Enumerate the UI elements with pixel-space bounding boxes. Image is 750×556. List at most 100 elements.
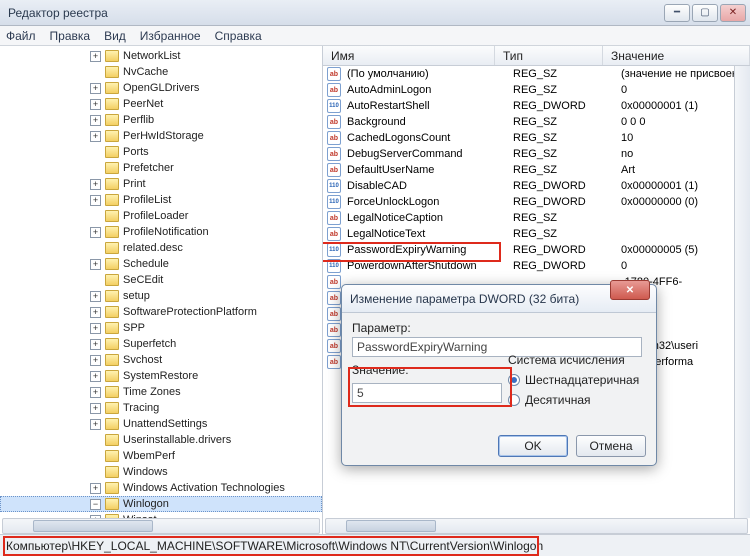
expand-icon[interactable]: [90, 307, 101, 318]
expand-icon[interactable]: [90, 371, 101, 382]
value-field[interactable]: [352, 383, 502, 403]
folder-icon: [105, 322, 119, 334]
tree-hscroll[interactable]: [2, 518, 320, 534]
tree-item-profileloader[interactable]: ProfileLoader: [0, 208, 322, 224]
tree-item-opengldrivers[interactable]: OpenGLDrivers: [0, 80, 322, 96]
expand-icon[interactable]: [90, 131, 101, 142]
menu-edit[interactable]: Правка: [50, 29, 91, 43]
tree-item-time-zones[interactable]: Time Zones: [0, 384, 322, 400]
menu-view[interactable]: Вид: [104, 29, 126, 43]
tree-item-svchost[interactable]: Svchost: [0, 352, 322, 368]
tree-item-prefetcher[interactable]: Prefetcher: [0, 160, 322, 176]
reg-sz-icon: [327, 323, 341, 337]
expand-icon[interactable]: [90, 323, 101, 334]
menu-file[interactable]: Файл: [6, 29, 36, 43]
tree-item-tracing[interactable]: Tracing: [0, 400, 322, 416]
list-hscroll[interactable]: [325, 518, 748, 534]
tree-item-systemrestore[interactable]: SystemRestore: [0, 368, 322, 384]
list-row[interactable]: BackgroundREG_SZ0 0 0: [323, 114, 750, 130]
folder-icon: [105, 386, 119, 398]
list-row[interactable]: PasswordExpiryWarningREG_DWORD0x00000005…: [323, 242, 750, 258]
tree-label: SPP: [123, 322, 145, 334]
tree-pane[interactable]: NetworkListNvCacheOpenGLDriversPeerNetPe…: [0, 46, 323, 534]
tree-item-windows[interactable]: Windows: [0, 464, 322, 480]
list-row[interactable]: LegalNoticeCaptionREG_SZ: [323, 210, 750, 226]
maximize-button[interactable]: ▢: [692, 4, 718, 22]
tree-label: ProfileNotification: [123, 226, 209, 238]
tree-item-wbemperf[interactable]: WbemPerf: [0, 448, 322, 464]
tree-item-perflib[interactable]: Perflib: [0, 112, 322, 128]
close-button[interactable]: ✕: [720, 4, 746, 22]
tree-item-spp[interactable]: SPP: [0, 320, 322, 336]
tree-item-nvcache[interactable]: NvCache: [0, 64, 322, 80]
tree-item-networklist[interactable]: NetworkList: [0, 48, 322, 64]
list-row[interactable]: PowerdownAfterShutdownREG_DWORD0: [323, 258, 750, 274]
list-row[interactable]: ForceUnlockLogonREG_DWORD0x00000000 (0): [323, 194, 750, 210]
tree-item-unattendsettings[interactable]: UnattendSettings: [0, 416, 322, 432]
list-row[interactable]: LegalNoticeTextREG_SZ: [323, 226, 750, 242]
list-row[interactable]: DebugServerCommandREG_SZno: [323, 146, 750, 162]
tree-item-perhwidstorage[interactable]: PerHwIdStorage: [0, 128, 322, 144]
expand-icon[interactable]: [90, 227, 101, 238]
tree-item-secedit[interactable]: SeCEdit: [0, 272, 322, 288]
radix-hex[interactable]: Шестнадцатеричная: [508, 373, 644, 387]
folder-icon: [105, 338, 119, 350]
menu-favorites[interactable]: Избранное: [140, 29, 201, 43]
cancel-button[interactable]: Отмена: [576, 435, 646, 457]
tree-item-profilenotification[interactable]: ProfileNotification: [0, 224, 322, 240]
cell-name: DebugServerCommand: [347, 148, 513, 160]
tree-item-print[interactable]: Print: [0, 176, 322, 192]
expand-icon[interactable]: [90, 403, 101, 414]
tree-item-windows-activation-technologies[interactable]: Windows Activation Technologies: [0, 480, 322, 496]
reg-sz-icon: [327, 83, 341, 97]
cell-type: REG_SZ: [513, 212, 621, 224]
reg-sz-icon: [327, 227, 341, 241]
ok-button[interactable]: OK: [498, 435, 568, 457]
reg-dword-icon: [327, 195, 341, 209]
expand-icon[interactable]: [90, 291, 101, 302]
expand-icon[interactable]: [90, 483, 101, 494]
expand-icon[interactable]: [90, 259, 101, 270]
list-row[interactable]: (По умолчанию)REG_SZ(значение не присвое…: [323, 66, 750, 82]
expand-icon[interactable]: [90, 195, 101, 206]
cell-name: ForceUnlockLogon: [347, 196, 513, 208]
tree-item-setup[interactable]: setup: [0, 288, 322, 304]
folder-icon: [105, 194, 119, 206]
radix-dec[interactable]: Десятичная: [508, 393, 644, 407]
menu-help[interactable]: Справка: [215, 29, 262, 43]
list-row[interactable]: DefaultUserNameREG_SZArt: [323, 162, 750, 178]
tree-item-ports[interactable]: Ports: [0, 144, 322, 160]
tree-item-winlogon[interactable]: Winlogon: [0, 496, 322, 512]
expand-icon[interactable]: [90, 51, 101, 62]
tree-item-softwareprotectionplatform[interactable]: SoftwareProtectionPlatform: [0, 304, 322, 320]
minimize-button[interactable]: ━: [664, 4, 690, 22]
dialog-close-button[interactable]: ✕: [610, 280, 650, 300]
tree-label: related.desc: [123, 242, 183, 254]
expand-icon[interactable]: [90, 387, 101, 398]
expand-icon[interactable]: [90, 179, 101, 190]
list-row[interactable]: AutoAdminLogonREG_SZ0: [323, 82, 750, 98]
tree-item-schedule[interactable]: Schedule: [0, 256, 322, 272]
tree-item-profilelist[interactable]: ProfileList: [0, 192, 322, 208]
expand-icon[interactable]: [90, 83, 101, 94]
expand-icon[interactable]: [90, 115, 101, 126]
list-row[interactable]: DisableCADREG_DWORD0x00000001 (1): [323, 178, 750, 194]
tree-item-peernet[interactable]: PeerNet: [0, 96, 322, 112]
col-type[interactable]: Тип: [495, 46, 603, 65]
col-name[interactable]: Имя: [323, 46, 495, 65]
list-vscroll[interactable]: [734, 66, 750, 518]
tree-item-userinstallable-drivers[interactable]: Userinstallable.drivers: [0, 432, 322, 448]
tree-item-superfetch[interactable]: Superfetch: [0, 336, 322, 352]
folder-icon: [105, 162, 119, 174]
list-row[interactable]: AutoRestartShellREG_DWORD0x00000001 (1): [323, 98, 750, 114]
expand-icon[interactable]: [90, 355, 101, 366]
spacer-icon: [90, 211, 101, 222]
list-row[interactable]: CachedLogonsCountREG_SZ10: [323, 130, 750, 146]
expand-icon[interactable]: [90, 419, 101, 430]
dialog-title-text: Изменение параметра DWORD (32 бита): [350, 292, 579, 306]
tree-item-related-desc[interactable]: related.desc: [0, 240, 322, 256]
collapse-icon[interactable]: [90, 499, 101, 510]
col-value[interactable]: Значение: [603, 46, 750, 65]
expand-icon[interactable]: [90, 339, 101, 350]
expand-icon[interactable]: [90, 99, 101, 110]
